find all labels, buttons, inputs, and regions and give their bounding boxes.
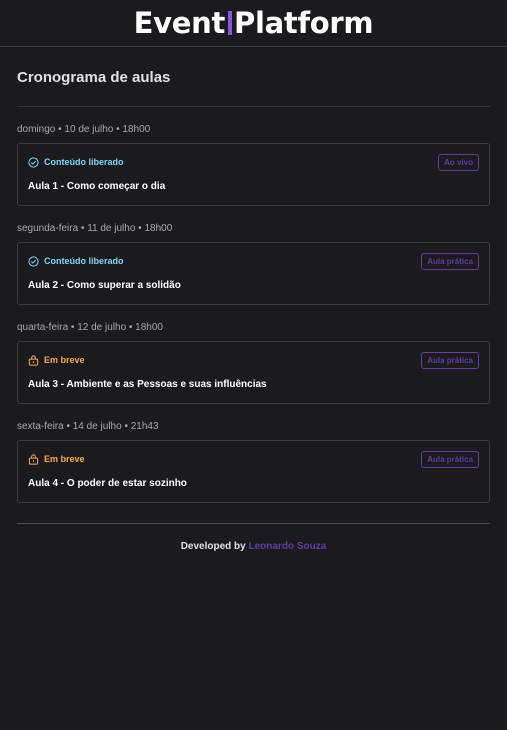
footer-prefix: Developed by: [180, 541, 249, 552]
page-title: Cronograma de aulas: [17, 69, 490, 107]
lesson-title: Aula 3 - Ambiente e as Pessoas e suas in…: [28, 379, 267, 390]
main-content: Cronograma de aulas domingo • 10 de julh…: [0, 69, 507, 503]
lesson-title: Aula 4 - O poder de estar sozinho: [28, 478, 187, 489]
lesson-type-badge: Aula prática: [421, 450, 479, 468]
brand-right: Platform: [234, 6, 374, 40]
header: Event Platform: [0, 0, 507, 47]
lesson-card[interactable]: Em breve Aula prática Aula 3 - Ambiente …: [17, 341, 490, 404]
lesson-date: quarta-feira • 12 de julho • 18h00: [17, 322, 163, 333]
lesson-item: sexta-feira • 14 de julho • 21h43 Em bre…: [17, 421, 490, 503]
lesson-item: quarta-feira • 12 de julho • 18h00 Em br…: [17, 322, 490, 404]
lock-icon: [28, 354, 39, 366]
lesson-card-header: Conteúdo liberado Ao vivo: [28, 153, 479, 171]
brand-left: Event: [133, 6, 226, 40]
lesson-status-label: Em breve: [44, 454, 85, 464]
lesson-date: sexta-feira • 14 de julho • 21h43: [17, 421, 159, 432]
lesson-type-badge: Ao vivo: [438, 153, 479, 171]
lesson-card[interactable]: Conteúdo liberado Ao vivo Aula 1 - Como …: [17, 143, 490, 206]
lesson-status: Em breve: [28, 453, 85, 465]
lesson-type-badge: Aula prática: [421, 252, 479, 270]
author-link[interactable]: Leonardo Souza: [249, 541, 327, 552]
lesson-title: Aula 2 - Como superar a solidão: [28, 280, 181, 291]
lesson-status-label: Conteúdo liberado: [44, 157, 124, 167]
brand-logo[interactable]: Event Platform: [134, 6, 374, 40]
lesson-status-label: Em breve: [44, 355, 85, 365]
lesson-date: segunda-feira • 11 de julho • 18h00: [17, 223, 173, 234]
lesson-status: Conteúdo liberado: [28, 156, 124, 168]
lesson-card[interactable]: Conteúdo liberado Aula prática Aula 2 - …: [17, 242, 490, 305]
lesson-date: domingo • 10 de julho • 18h00: [17, 124, 151, 135]
lesson-status: Em breve: [28, 354, 85, 366]
lesson-title: Aula 1 - Como começar o dia: [28, 181, 166, 192]
lesson-card-header: Conteúdo liberado Aula prática: [28, 252, 479, 270]
lesson-status: Conteúdo liberado: [28, 255, 124, 267]
lesson-item: domingo • 10 de julho • 18h00 Conteúdo l…: [17, 124, 490, 206]
footer: Developed by Leonardo Souza: [0, 541, 507, 552]
lock-icon: [28, 453, 39, 465]
brand-divider: [228, 11, 233, 35]
lesson-status-label: Conteúdo liberado: [44, 256, 124, 266]
lesson-item: segunda-feira • 11 de julho • 18h00 Cont…: [17, 223, 490, 305]
footer-divider: [17, 523, 490, 524]
check-circle-icon: [28, 156, 39, 168]
lesson-type-badge: Aula prática: [421, 351, 479, 369]
lesson-card-header: Em breve Aula prática: [28, 450, 479, 468]
check-circle-icon: [28, 255, 39, 267]
lesson-card[interactable]: Em breve Aula prática Aula 4 - O poder d…: [17, 440, 490, 503]
lesson-card-header: Em breve Aula prática: [28, 351, 479, 369]
